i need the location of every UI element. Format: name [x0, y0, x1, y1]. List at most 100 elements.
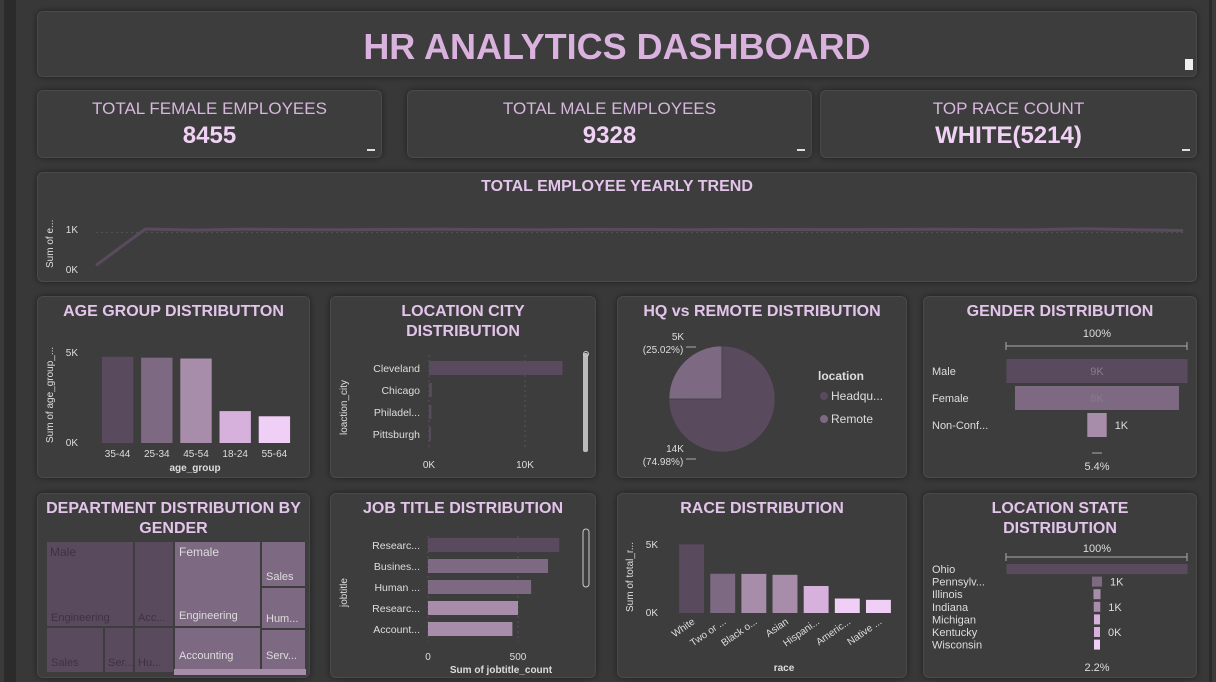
city-scrollbar[interactable]: [583, 353, 588, 452]
treemap-label: Acc...: [138, 612, 166, 624]
kpi-female-label: TOTAL FEMALE EMPLOYEES: [92, 99, 327, 118]
tick-label: Americ...: [814, 616, 853, 648]
age-card: AGE GROUP DISTRIBUTTON Sum of age_group_…: [37, 296, 310, 478]
tick-label: 35-44: [105, 449, 131, 460]
state-chart: 100% 2.2% OhioPennsylv... 1K IllinoisIndia…: [932, 543, 1188, 674]
bar[interactable]: [710, 573, 736, 613]
tick-label: Black o...: [720, 616, 760, 649]
bar[interactable]: [429, 427, 431, 441]
city-xtick: 10K: [516, 460, 534, 471]
hq-remote-value: 5K: [672, 332, 685, 343]
race-xlabel: race: [774, 663, 795, 674]
bar[interactable]: [803, 586, 829, 613]
funnel-bar[interactable]: [1091, 576, 1103, 587]
treemap-tile[interactable]: Hu...: [134, 627, 174, 673]
hq-remote-pct: (25.02%): [643, 345, 684, 356]
bar[interactable]: [741, 573, 767, 613]
treemap-tile[interactable]: Sales: [261, 541, 306, 587]
tick-label: Non-Conf...: [932, 420, 988, 432]
job-chart: jobtitle 0 500 Sum of jobtitle_count Res…: [339, 528, 590, 676]
bar[interactable]: [180, 358, 212, 443]
bar[interactable]: [219, 411, 251, 443]
tick-label: Pennsylv...: [932, 577, 985, 589]
age-ytick: 5K: [66, 348, 79, 359]
kpi-race-value: WHITE(5214): [935, 122, 1082, 149]
legend-swatch-hq[interactable]: [820, 392, 828, 400]
more-options-icon[interactable]: [367, 149, 375, 151]
tick-label: Busines...: [374, 561, 420, 573]
treemap-tile[interactable]: Acc...: [134, 541, 174, 627]
treemap-label: Serv...: [266, 650, 297, 662]
treemap-label: Sales: [51, 657, 79, 669]
dept-treemap: Male Engineering Acc... Sales Ser... Hu..…: [46, 541, 306, 676]
focus-mode-icon[interactable]: [1185, 59, 1193, 70]
tick-label: 18-24: [222, 449, 248, 460]
treemap-label: Engineering: [51, 612, 110, 624]
bar[interactable]: [429, 361, 563, 375]
title-card: HR ANALYTICS DASHBOARD: [37, 11, 1197, 77]
data-label: 1K: [1115, 420, 1129, 432]
funnel-bar[interactable]: [1094, 627, 1100, 637]
tick-label: Male: [932, 366, 956, 378]
tick-label: Account...: [373, 624, 420, 636]
bar[interactable]: [429, 405, 432, 419]
bar[interactable]: [679, 544, 705, 613]
bar[interactable]: [772, 574, 798, 613]
kpi-male: TOTAL MALE EMPLOYEES 9328: [407, 90, 812, 158]
more-options-icon[interactable]: [1182, 149, 1190, 151]
more-options-icon[interactable]: [797, 149, 805, 151]
funnel-bar[interactable]: [1006, 564, 1188, 574]
job-scrollbar[interactable]: [582, 528, 590, 588]
bar[interactable]: [428, 601, 518, 615]
treemap-tile[interactable]: Accounting: [174, 627, 261, 673]
state-card: LOCATION STATE DISTRIBUTION 100% 2.2% Oh…: [923, 493, 1197, 678]
data-label: 8K: [1090, 393, 1104, 405]
age-ylabel: Sum of age_group_...: [45, 347, 56, 443]
bar[interactable]: [258, 416, 291, 443]
age-chart: Sum of age_group_... 5K 0K age_group 35-…: [45, 347, 291, 474]
trend-chart: Sum of e... 1K 0K: [45, 220, 1184, 276]
tick-label: 45-54: [183, 449, 209, 460]
funnel-bar[interactable]: [1093, 589, 1101, 600]
bar[interactable]: [428, 580, 532, 594]
kpi-female: TOTAL FEMALE EMPLOYEES 8455: [37, 90, 382, 158]
tick-label: Wisconsin: [932, 640, 982, 652]
data-label: 0K: [1108, 627, 1122, 639]
bar[interactable]: [834, 598, 860, 613]
treemap-label: Ser...: [108, 657, 134, 669]
city-xtick: 0K: [423, 460, 436, 471]
bar[interactable]: [141, 357, 173, 443]
gender-card: GENDER DISTRIBUTION 100% 5.4% Male 9K Fema…: [923, 296, 1197, 478]
funnel-bar[interactable]: [1093, 601, 1101, 612]
hq-chart: 5K (25.02%) 14K (74.98%) location Headqu…: [643, 332, 883, 468]
bar[interactable]: [428, 622, 513, 636]
funnel-bar[interactable]: [1087, 413, 1107, 437]
tick-label: Philadel...: [374, 407, 420, 419]
treemap-tile[interactable]: Serv...: [261, 629, 306, 673]
tick-label: Female: [932, 393, 969, 405]
bar[interactable]: [429, 383, 432, 397]
treemap-tile[interactable]: Hum...: [261, 587, 306, 629]
bar[interactable]: [101, 356, 134, 443]
trend-line[interactable]: [95, 227, 1184, 267]
treemap-tile[interactable]: Sales: [46, 627, 104, 673]
bar[interactable]: [865, 599, 891, 613]
funnel-bar[interactable]: [1094, 639, 1100, 650]
bar[interactable]: [428, 559, 548, 573]
tick-label: Pittsburgh: [373, 429, 420, 441]
tick-label: Researc...: [372, 603, 420, 615]
treemap-tile[interactable]: Male Engineering: [46, 541, 134, 627]
dashboard-title: HR ANALYTICS DASHBOARD: [363, 26, 871, 67]
legend-swatch-remote[interactable]: [820, 415, 828, 423]
treemap-tile[interactable]: Female Engineering: [174, 541, 261, 627]
treemap-tile[interactable]: [174, 669, 306, 675]
funnel-bar[interactable]: [1093, 614, 1101, 625]
tick-label: Indiana: [932, 602, 969, 614]
treemap-tile[interactable]: Ser...: [104, 627, 134, 673]
race-ylabel: Sum of total_r...: [625, 542, 636, 612]
kpi-male-label: TOTAL MALE EMPLOYEES: [502, 99, 717, 118]
kpi-race: TOP RACE COUNT WHITE(5214): [820, 90, 1197, 158]
data-label: 1K: [1110, 577, 1124, 589]
bar[interactable]: [428, 538, 560, 552]
tick-label: Illinois: [932, 589, 963, 601]
